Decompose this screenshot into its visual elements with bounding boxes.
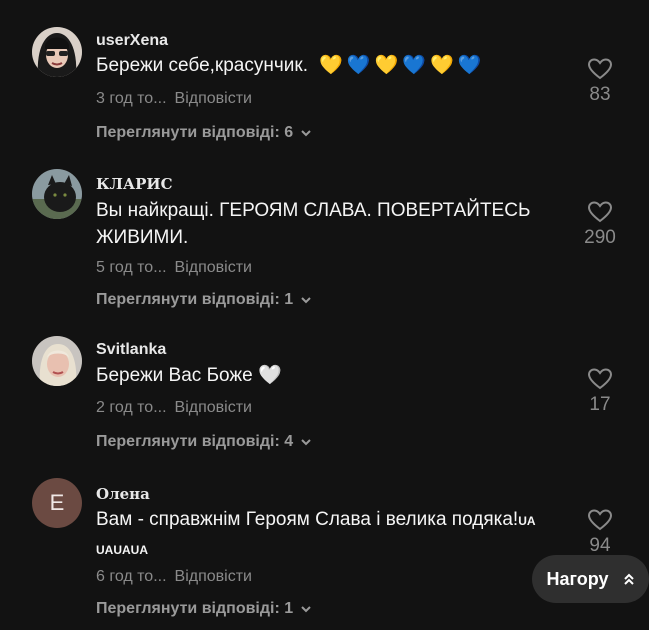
yellow-heart-icon: 💛	[429, 55, 458, 76]
blue-heart-icon: 💙	[457, 55, 486, 76]
like-count: 17	[589, 394, 611, 415]
view-replies-label: Переглянути відповіді: 1	[96, 600, 294, 617]
comment-text: Вы найкращі. ГЕРОЯМ СЛАВА. ПОВЕРТАЙТЕСЬ …	[96, 200, 531, 248]
reply-button[interactable]: Відповісти	[175, 259, 252, 276]
back-to-top-label: Нагору	[546, 568, 609, 589]
comment-text: Бережи Вас Боже 🤍	[96, 365, 282, 386]
heart-outline-icon	[588, 201, 612, 223]
like-count: 290	[584, 227, 616, 248]
heart-outline-icon	[588, 509, 612, 531]
like-button[interactable]: 83	[575, 58, 625, 106]
comment-text: Бережи себе,красунчик. 💛💙💛💙💛💙	[96, 52, 566, 79]
heart-outline-icon	[588, 368, 612, 390]
chevron-down-icon	[301, 297, 311, 304]
avatar[interactable]: E	[32, 478, 82, 528]
comment-time: 2 год то...	[96, 399, 167, 416]
comment-time: 6 год то...	[96, 568, 167, 585]
back-to-top-button[interactable]: Нагору	[532, 555, 649, 603]
comment-meta: 2 год то... Відповісти	[96, 399, 252, 417]
heart-outline-icon	[588, 58, 612, 80]
comment-text-body: Бережи себе,красунчик.	[96, 55, 308, 76]
heart-emojis: 💛💙💛💙💛💙	[319, 55, 485, 76]
like-button[interactable]: 17	[575, 368, 625, 416]
ua-flag-text: UAUAUA	[96, 543, 148, 557]
like-count: 94	[589, 535, 611, 556]
comment-meta: 3 год то... Відповісти	[96, 90, 252, 108]
avatar-image	[32, 336, 82, 386]
reply-button[interactable]: Відповісти	[175, 399, 252, 416]
avatar-image	[32, 169, 82, 219]
double-chevron-up-icon	[623, 573, 634, 585]
avatar[interactable]	[32, 169, 82, 219]
view-replies-button[interactable]: Переглянути відповіді: 1	[96, 600, 313, 618]
comment-username[interactable]: Svitlanka	[96, 341, 166, 359]
reply-button[interactable]: Відповісти	[175, 568, 252, 585]
chevron-down-icon	[301, 606, 311, 613]
view-replies-label: Переглянути відповіді: 4	[96, 433, 294, 450]
blue-heart-icon: 💙	[402, 55, 430, 76]
comment-text: Вам - справжнім Героям Слава і велика по…	[96, 506, 566, 564]
avatar-image	[32, 27, 82, 77]
like-button[interactable]: 290	[575, 201, 625, 249]
comment-username[interactable]: userXena	[96, 32, 168, 50]
chevron-down-icon	[301, 130, 311, 137]
like-button[interactable]: 94	[575, 509, 625, 557]
reply-button[interactable]: Відповісти	[175, 90, 252, 107]
yellow-heart-icon: 💛	[319, 55, 347, 76]
comment-time: 5 год то...	[96, 259, 167, 276]
avatar[interactable]	[32, 336, 82, 386]
avatar-letter: E	[49, 490, 65, 515]
comment-time: 3 год то...	[96, 90, 167, 107]
view-replies-label: Переглянути відповіді: 1	[96, 291, 294, 308]
like-count: 83	[589, 84, 611, 105]
comment-meta: 5 год то... Відповісти	[96, 259, 252, 277]
yellow-heart-icon: 💛	[374, 55, 403, 76]
view-replies-button[interactable]: Переглянути відповіді: 6	[96, 124, 313, 142]
ua-flag-text: UA	[518, 514, 536, 528]
view-replies-button[interactable]: Переглянути відповіді: 1	[96, 291, 313, 309]
view-replies-label: Переглянути відповіді: 6	[96, 124, 294, 141]
blue-heart-icon: 💙	[346, 55, 375, 76]
comment-username[interactable]: КЛАРИС	[96, 175, 173, 193]
chevron-down-icon	[301, 439, 311, 446]
comment-username[interactable]: Олена	[96, 485, 150, 503]
avatar[interactable]	[32, 27, 82, 77]
comment-text-body: Вам - справжнім Героям Слава і велика по…	[96, 509, 519, 530]
view-replies-button[interactable]: Переглянути відповіді: 4	[96, 433, 313, 451]
comment-meta: 6 год то... Відповісти	[96, 568, 252, 586]
